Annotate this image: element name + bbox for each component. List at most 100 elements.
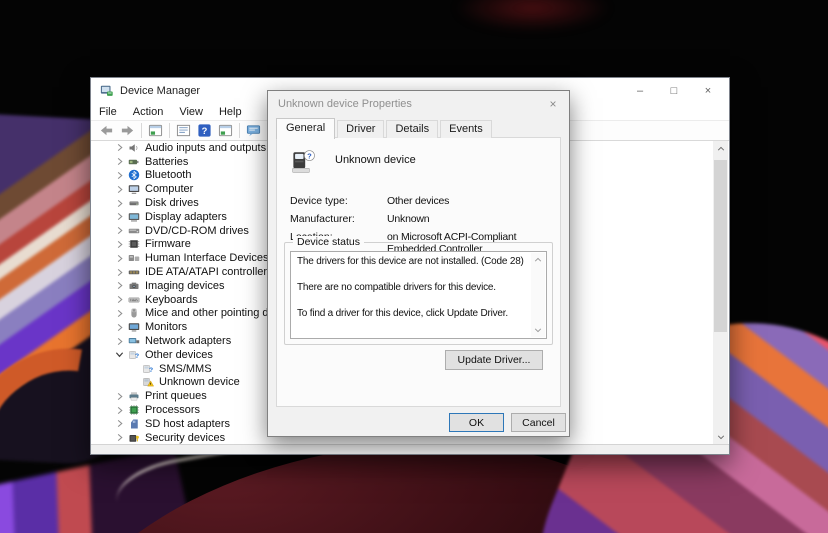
computer-icon (128, 183, 141, 195)
close-button[interactable]: × (691, 78, 725, 104)
printer-icon (128, 390, 141, 402)
chevron-right-icon[interactable] (115, 226, 128, 236)
menu-action[interactable]: Action (125, 106, 172, 118)
tree-item-label: SD host adapters (145, 418, 230, 430)
tab-events[interactable]: Events (440, 120, 492, 138)
chevron-right-icon[interactable] (115, 267, 128, 277)
status-bar (91, 444, 729, 454)
help-icon[interactable]: ? (194, 122, 215, 140)
chevron-right-icon[interactable] (115, 405, 128, 415)
console-window-icon[interactable] (145, 122, 166, 140)
field-value: Unknown (387, 213, 429, 225)
update-driver-button[interactable]: Update Driver... (445, 350, 543, 370)
network-icon (128, 335, 141, 347)
status-line: The drivers for this device are not inst… (297, 256, 526, 269)
chevron-right-icon[interactable] (115, 157, 128, 167)
keyboard-icon (128, 294, 141, 306)
menu-file[interactable]: File (91, 106, 125, 118)
ok-button[interactable]: OK (449, 413, 504, 432)
hid-icon (128, 252, 141, 264)
tree-item-label: Processors (145, 404, 200, 416)
device-status-text[interactable]: The drivers for this device are not inst… (290, 251, 547, 339)
field-row: Device type:Other devices (290, 195, 560, 207)
chevron-right-icon[interactable] (115, 212, 128, 222)
tab-details[interactable]: Details (386, 120, 438, 138)
chevron-right-icon[interactable] (115, 308, 128, 318)
tab-general[interactable]: General (276, 118, 335, 139)
forward-arrow-icon[interactable] (117, 122, 138, 140)
tree-item-label: SMS/MMS (159, 363, 212, 375)
toolbar-separator (141, 123, 142, 138)
disk-icon (128, 197, 141, 209)
imaging-icon (128, 280, 141, 292)
chevron-right-icon[interactable] (115, 239, 128, 249)
chevron-right-icon[interactable] (115, 143, 128, 153)
battery-icon (128, 156, 141, 168)
tree-item-label: Monitors (145, 321, 187, 333)
dialog-close-button[interactable]: × (537, 91, 569, 117)
mouse-icon (128, 307, 141, 319)
maximize-button[interactable]: □ (657, 78, 691, 104)
tree-item-label: IDE ATA/ATAPI controllers (145, 266, 273, 278)
unknown-device-icon: ? (142, 363, 155, 375)
device-status-groupbox: Device status The drivers for this devic… (284, 242, 553, 345)
svg-text:?: ? (149, 367, 153, 374)
status-line: There are no compatible drivers for this… (297, 282, 526, 295)
chevron-down-icon[interactable] (115, 350, 128, 360)
tree-item-label: Print queues (145, 390, 207, 402)
security-icon (128, 432, 141, 444)
cancel-button[interactable]: Cancel (511, 413, 566, 432)
menu-help[interactable]: Help (211, 106, 250, 118)
field-row: Manufacturer:Unknown (290, 213, 560, 225)
back-arrow-icon[interactable] (96, 122, 117, 140)
tab-driver[interactable]: Driver (337, 120, 384, 138)
chevron-right-icon[interactable] (115, 391, 128, 401)
sd-card-icon (128, 418, 141, 430)
chevron-right-icon[interactable] (115, 433, 128, 443)
tree-item-label: Human Interface Devices (145, 252, 269, 264)
device-manager-app-icon (100, 84, 114, 98)
field-label: Device type: (290, 195, 387, 207)
properties-dialog: Unknown device Properties × GeneralDrive… (267, 90, 570, 437)
dvd-icon (128, 225, 141, 237)
status-line: To find a driver for this device, click … (297, 308, 526, 321)
firmware-icon (128, 238, 141, 250)
minimize-button[interactable]: – (623, 78, 657, 104)
ide-icon (128, 266, 141, 278)
tab-strip: GeneralDriverDetailsEvents (276, 119, 561, 138)
chevron-right-icon[interactable] (115, 322, 128, 332)
tree-item-label: Bluetooth (145, 169, 191, 181)
tree-item-label: Imaging devices (145, 280, 225, 292)
scroll-up-icon (534, 256, 542, 264)
chevron-right-icon[interactable] (115, 170, 128, 180)
tree-scrollbar[interactable] (713, 141, 728, 444)
unknown-device-icon: ? (128, 349, 141, 361)
tree-item-label: Security devices (145, 432, 225, 444)
svg-text:?: ? (202, 126, 208, 136)
scroll-down-icon[interactable] (713, 429, 728, 444)
chevron-right-icon[interactable] (115, 295, 128, 305)
console-window-icon[interactable] (215, 122, 236, 140)
tree-item-label: Disk drives (145, 197, 199, 209)
tree-item-label: Other devices (145, 349, 213, 361)
display-icon (128, 211, 141, 223)
properties-icon[interactable] (173, 122, 194, 140)
tree-item-label: Batteries (145, 156, 188, 168)
status-scrollbar[interactable] (531, 253, 545, 337)
wallpaper-top-smudge (455, 0, 610, 31)
processor-icon (128, 404, 141, 416)
chevron-right-icon[interactable] (115, 281, 128, 291)
dialog-titlebar[interactable]: Unknown device Properties × (268, 91, 569, 119)
chevron-right-icon[interactable] (115, 336, 128, 346)
chevron-right-icon[interactable] (115, 184, 128, 194)
chevron-right-icon[interactable] (115, 198, 128, 208)
speaker-icon (128, 142, 141, 154)
toolbar-separator (169, 123, 170, 138)
menu-view[interactable]: View (171, 106, 211, 118)
scan-hardware-icon[interactable] (243, 122, 264, 140)
scroll-up-icon[interactable] (713, 141, 728, 156)
chevron-right-icon[interactable] (115, 419, 128, 429)
chevron-right-icon[interactable] (115, 253, 128, 263)
scrollbar-thumb[interactable] (714, 160, 727, 332)
device-header: ? Unknown device (290, 148, 560, 180)
